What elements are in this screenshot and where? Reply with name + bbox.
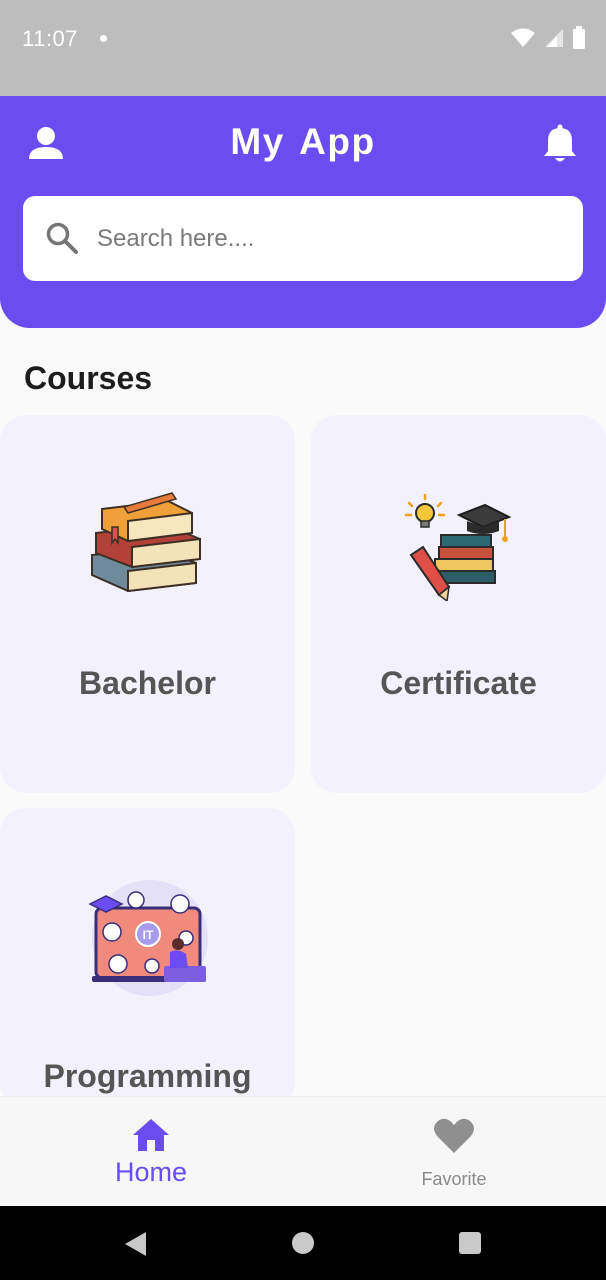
bottom-navigation: Home Favorite <box>0 1096 606 1206</box>
home-circle-icon[interactable] <box>291 1230 315 1256</box>
course-label-certificate: Certificate <box>380 665 537 701</box>
battery-icon <box>573 26 585 49</box>
heart-icon <box>434 1118 474 1153</box>
wifi-icon <box>511 28 535 47</box>
app-title: My App <box>230 121 376 162</box>
nav-home-label: Home <box>114 1157 188 1187</box>
app-header: My App <box>0 96 606 328</box>
nav-favorite-label: Favorite <box>421 1169 487 1189</box>
back-icon[interactable] <box>122 1230 148 1258</box>
status-bar: 11:07 <box>0 0 606 96</box>
course-label-programming: Programming <box>43 1058 252 1094</box>
bell-icon[interactable] <box>542 124 578 164</box>
stacked-books-icon <box>91 492 201 593</box>
course-card-programming[interactable]: IT Programming <box>0 808 295 1108</box>
notification-dot-icon <box>100 35 107 42</box>
graduation-books-icon <box>404 493 512 601</box>
signal-icon <box>545 29 563 47</box>
search-bar[interactable] <box>23 196 583 281</box>
course-card-bachelor[interactable]: Bachelor <box>0 415 295 793</box>
home-icon <box>133 1119 169 1151</box>
nav-favorite[interactable]: Favorite <box>354 1097 554 1207</box>
courses-heading: Courses <box>24 360 153 396</box>
recents-icon[interactable] <box>458 1230 482 1256</box>
course-card-certificate[interactable]: Certificate <box>311 415 606 793</box>
app-screen: 11:07 My App Search here.... Courses Bac… <box>0 0 606 1280</box>
system-navigation-bar <box>0 1206 606 1280</box>
status-time: 11:07 <box>22 26 78 51</box>
search-icon <box>46 222 78 254</box>
nav-home[interactable]: Home <box>51 1097 251 1207</box>
programming-laptop-icon: IT <box>88 880 208 996</box>
svg-text:IT: IT <box>143 928 154 942</box>
search-input[interactable] <box>97 196 557 281</box>
status-icons <box>510 26 586 50</box>
course-label-bachelor: Bachelor <box>79 665 216 701</box>
